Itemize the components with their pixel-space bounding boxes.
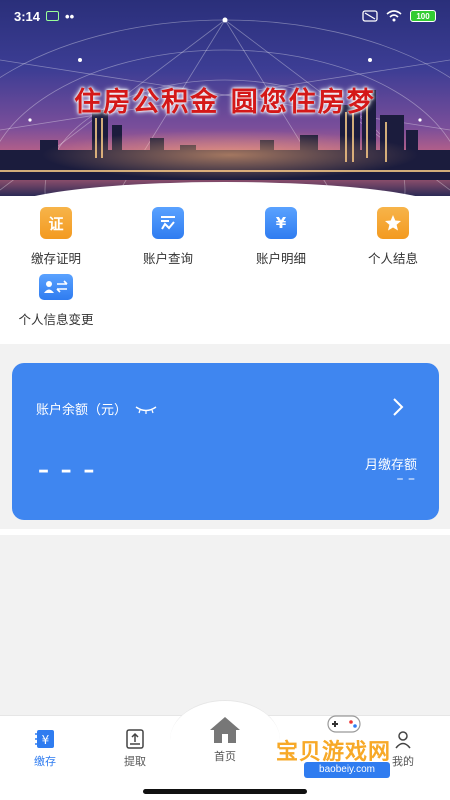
tab-label: 首页	[214, 750, 236, 763]
chevron-right-icon[interactable]	[391, 397, 405, 417]
menu-item-account-query[interactable]: 账户查询	[112, 207, 224, 267]
deposit-icon: ¥	[34, 728, 56, 750]
menu-label: 缴存证明	[30, 251, 81, 266]
balance-value: – – –	[38, 458, 97, 483]
menu-label: 个人信息变更	[18, 312, 94, 327]
quick-menu: 证 缴存证明 账户查询 ¥ 账户明细 个人结息 个人信息变更	[0, 196, 450, 344]
site-watermark: 宝贝游戏网 baobeiy.com	[276, 712, 426, 782]
status-time: 3:14	[14, 8, 41, 24]
account-balance-card[interactable]: 账户余额（元） – – – 月缴存额 – –	[12, 363, 439, 520]
status-dots: ••	[65, 8, 75, 24]
profile-change-icon	[39, 274, 73, 300]
status-bar: 3:14 •• 100	[0, 0, 450, 32]
banner-title: 住房公积金 圆您住房梦	[74, 87, 376, 118]
tab-home[interactable]: 首页	[185, 715, 265, 764]
menu-label: 账户查询	[142, 251, 193, 266]
menu-label: 账户明细	[255, 251, 306, 266]
menu-label: 个人结息	[367, 251, 418, 266]
account-query-icon	[152, 207, 184, 239]
tab-deposit[interactable]: ¥ 缴存	[5, 728, 85, 769]
svg-text:¥: ¥	[42, 733, 50, 747]
balance-title-row: 账户余额（元）	[36, 399, 157, 418]
home-icon	[209, 715, 241, 745]
watermark-url: baobeiy.com	[304, 762, 390, 778]
menu-item-profile-change[interactable]: 个人信息变更	[0, 274, 112, 328]
withdraw-icon	[124, 728, 146, 750]
gamepad-icon	[327, 715, 361, 733]
tab-withdraw[interactable]: 提取	[95, 728, 175, 769]
monthly-deposit-value: – –	[396, 471, 415, 487]
notification-icon	[46, 11, 60, 21]
divider	[0, 529, 450, 535]
home-indicator	[143, 789, 307, 794]
certificate-icon: 证	[40, 207, 72, 239]
menu-item-account-detail[interactable]: ¥ 账户明细	[225, 207, 337, 267]
balance-title: 账户余额（元）	[36, 403, 128, 418]
menu-item-deposit-certificate[interactable]: 证 缴存证明	[0, 207, 112, 267]
tab-label: 缴存	[34, 755, 56, 768]
account-detail-icon: ¥	[265, 207, 297, 239]
menu-item-personal-interest[interactable]: 个人结息	[337, 207, 449, 267]
hide-eye-icon[interactable]	[135, 404, 157, 414]
battery-icon: 100	[410, 10, 436, 22]
no-sim-icon	[362, 10, 378, 22]
city-glow	[40, 130, 420, 180]
wifi-icon	[386, 10, 402, 22]
interest-icon	[377, 207, 409, 239]
tab-label: 提取	[124, 755, 146, 768]
